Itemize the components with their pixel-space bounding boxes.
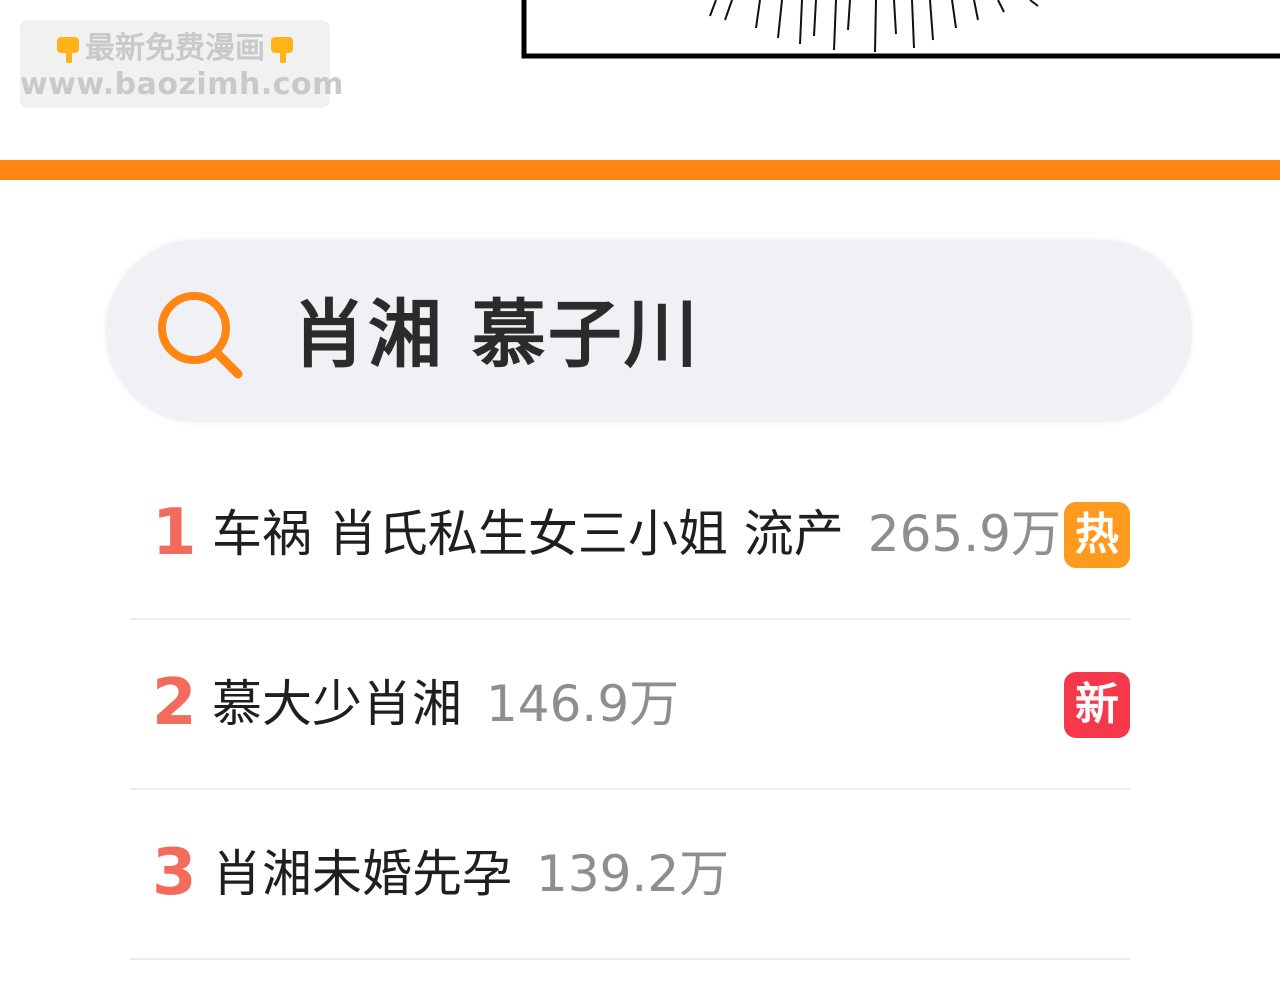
trending-item[interactable]: 3 肖湘未婚先孕 139.2万 (130, 790, 1130, 960)
trending-item-content: 慕大少肖湘 146.9万 (212, 672, 679, 736)
trending-item[interactable]: 2 慕大少肖湘 146.9万 新 (130, 620, 1130, 790)
trending-count: 265.9万 (867, 505, 1061, 563)
search-icon[interactable] (154, 290, 244, 380)
pointing-down-hand-icon (269, 35, 295, 63)
hot-badge: 热 (1064, 502, 1130, 568)
comic-panel-fragment (521, 0, 1280, 59)
watermark-url: www.baozimh.com (20, 67, 344, 102)
rank-number: 3 (152, 836, 197, 910)
trending-count: 139.2万 (536, 845, 730, 903)
trending-item[interactable]: 1 车祸 肖氏私生女三小姐 流产 265.9万 热 (130, 450, 1130, 620)
rank-number: 1 (152, 496, 197, 570)
watermark-line1: 最新免费漫画 (20, 30, 330, 68)
trending-count: 146.9万 (486, 675, 680, 733)
watermark-title: 最新免费漫画 (85, 31, 265, 66)
trending-item-content: 肖湘未婚先孕 139.2万 (212, 842, 729, 906)
trending-topic: 肖湘未婚先孕 (212, 845, 512, 903)
new-badge: 新 (1064, 672, 1130, 738)
trending-topic: 慕大少肖湘 (212, 675, 462, 733)
search-input[interactable]: 肖湘 慕子川 (292, 290, 700, 380)
page: 最新免费漫画 www.baozimh.com 肖湘 慕子川 1 车祸 肖氏私生女… (0, 0, 1280, 1000)
trending-item-content: 车祸 肖氏私生女三小姐 流产 265.9万 (212, 502, 1061, 566)
orange-divider (0, 160, 1280, 180)
pointing-down-hand-icon (55, 35, 81, 63)
watermark: 最新免费漫画 www.baozimh.com (20, 20, 344, 108)
trending-list: 1 车祸 肖氏私生女三小姐 流产 265.9万 热 2 慕大少肖湘 146.9万… (130, 450, 1130, 960)
trending-topic: 车祸 肖氏私生女三小姐 流产 (212, 505, 844, 563)
rank-number: 2 (152, 666, 197, 740)
